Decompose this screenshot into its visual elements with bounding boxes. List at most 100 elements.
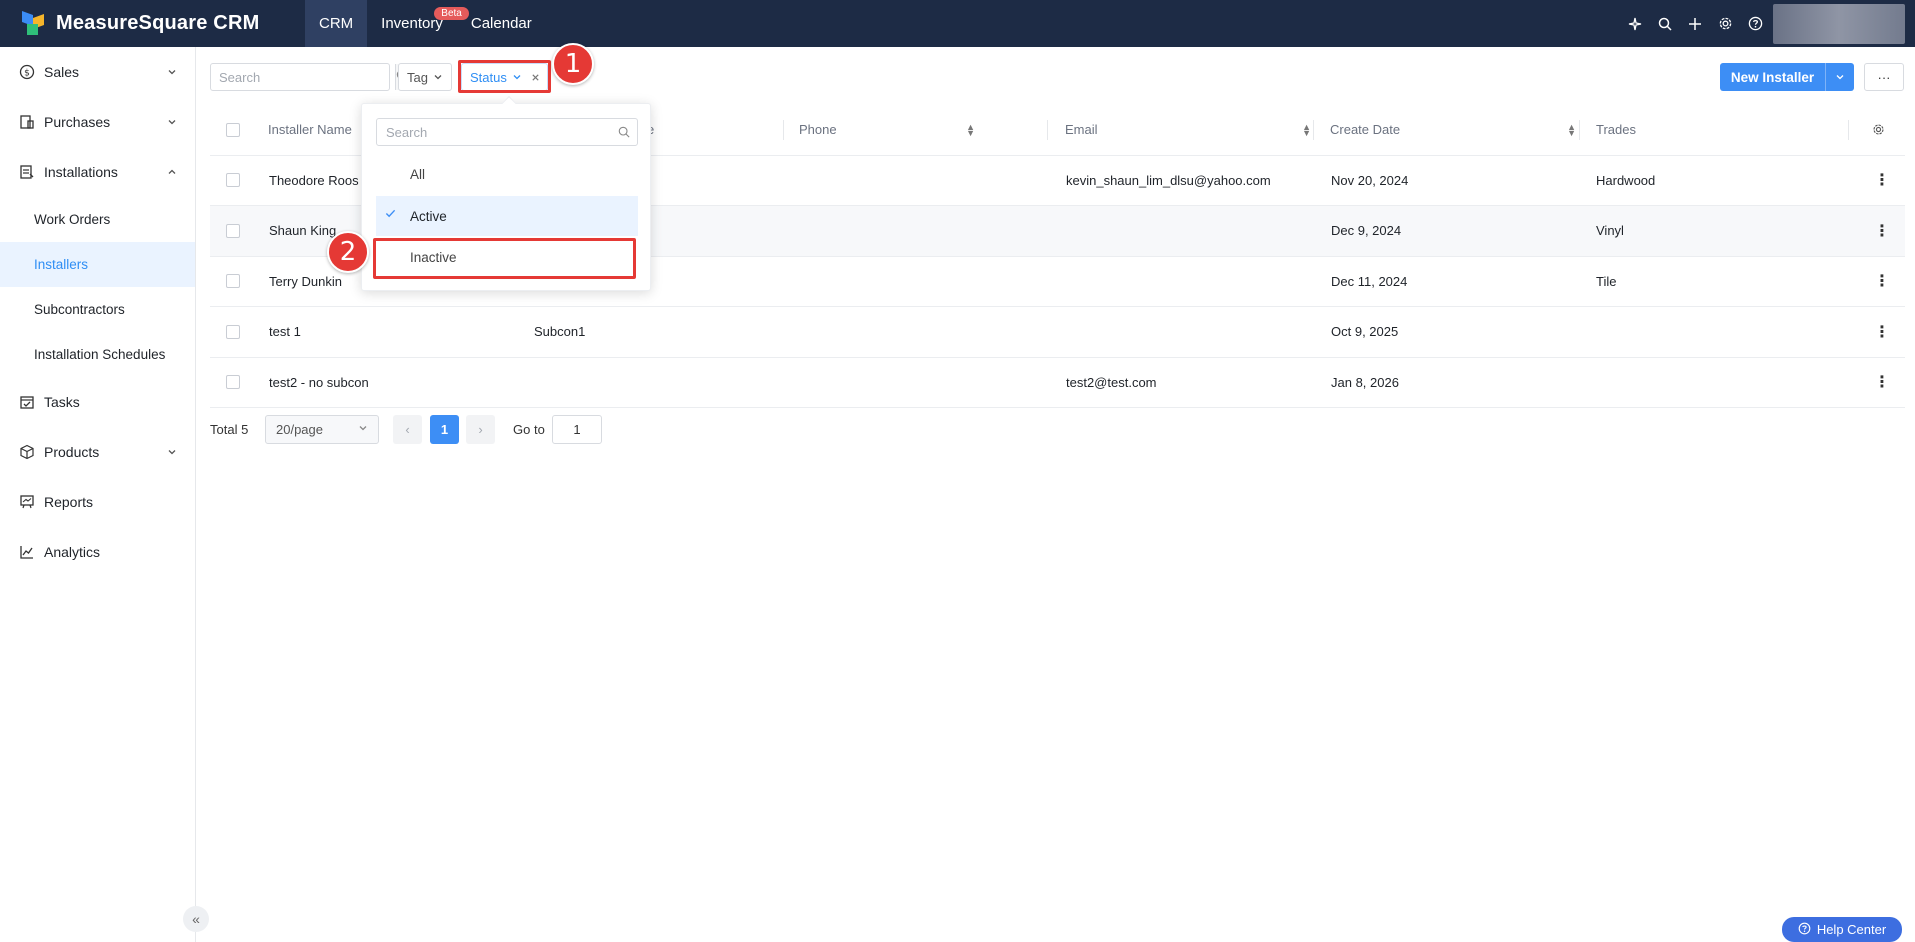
more-actions-button[interactable]: ··· (1864, 63, 1904, 91)
table-row[interactable]: test 1 Subcon1 Oct 9, 2025 ⋮ (210, 307, 1905, 358)
chevron-down-icon (433, 70, 443, 85)
topnav-crm[interactable]: CRM (305, 0, 368, 47)
installations-icon (18, 163, 36, 181)
purchases-icon (18, 113, 36, 131)
sort-icon: ▲ ▼ (1302, 121, 1311, 138)
row-checkbox[interactable] (226, 358, 240, 408)
column-installer-name[interactable]: Installer Name (268, 105, 352, 155)
table-row[interactable]: test2 - no subcon test2@test.com Jan 8, … (210, 358, 1905, 408)
row-actions-icon[interactable]: ⋮ (1874, 307, 1890, 357)
sort-icon: ▲ ▼ (966, 121, 975, 138)
column-settings-icon[interactable] (1872, 105, 1885, 155)
app-logo[interactable]: MeasureSquare CRM (0, 10, 305, 35)
row-checkbox[interactable] (226, 206, 240, 256)
user-account-avatar[interactable] (1773, 4, 1905, 44)
sparkle-icon[interactable] (1627, 16, 1643, 32)
sidebar-item-purchases[interactable]: Purchases (0, 97, 195, 147)
search-icon[interactable] (1657, 16, 1673, 32)
row-checkbox[interactable] (226, 257, 240, 307)
chevron-down-icon (167, 114, 177, 130)
next-page-button[interactable]: › (466, 415, 495, 444)
help-center-button[interactable]: Help Center (1782, 917, 1902, 942)
sidebar-item-label: Sales (44, 64, 80, 80)
sidebar-item-installers[interactable]: Installers (0, 242, 195, 287)
prev-page-button[interactable]: ‹ (393, 415, 422, 444)
sidebar-item-subcontractors[interactable]: Subcontractors (0, 287, 195, 332)
status-search-input[interactable] (377, 124, 611, 140)
app-title: MeasureSquare CRM (56, 12, 260, 34)
pagination-total: Total 5 (210, 422, 249, 437)
sidebar-item-label: Analytics (44, 544, 101, 560)
page-button-current[interactable]: 1 (430, 415, 459, 444)
top-nav: CRM Inventory Beta Calendar (305, 0, 546, 47)
status-option-all[interactable]: All (376, 154, 638, 194)
gear-icon[interactable] (1717, 16, 1733, 32)
topnav-inventory-label: Inventory (381, 15, 443, 32)
sidebar-item-label: Products (44, 444, 100, 460)
sidebar-item-label: Installations (44, 164, 118, 180)
goto-page-input[interactable]: 1 (552, 415, 602, 444)
sidebar-item-products[interactable]: Products (0, 427, 195, 477)
sidebar-item-analytics[interactable]: Analytics (0, 527, 195, 577)
collapse-sidebar-button[interactable]: « (183, 906, 209, 932)
plus-icon[interactable] (1687, 16, 1703, 32)
new-installer-dropdown[interactable] (1826, 63, 1854, 91)
column-trades[interactable]: Trades (1596, 105, 1636, 155)
installer-name[interactable]: test2 - no subcon (269, 358, 369, 408)
tag-filter-button[interactable]: Tag (398, 63, 452, 91)
help-icon[interactable] (1747, 16, 1763, 32)
email: test2@test.com (1066, 374, 1157, 390)
trades: Vinyl (1596, 223, 1624, 239)
create-date: Dec 9, 2024 (1331, 223, 1402, 239)
goto-label: Go to (513, 422, 545, 437)
calendar-check-icon (18, 393, 36, 411)
subcontractor: Subcon1 (534, 324, 586, 340)
status-option-label: Active (410, 208, 447, 224)
column-separator (783, 120, 784, 140)
sidebar: $ Sales Purchases Installations Work Ord… (0, 47, 196, 942)
help-center-label: Help Center (1816, 922, 1887, 937)
chevron-left-icon: ‹ (405, 422, 410, 437)
installer-name[interactable]: Shaun King (269, 206, 336, 256)
sidebar-item-tasks[interactable]: Tasks (0, 377, 195, 427)
sidebar-item-sales[interactable]: $ Sales (0, 47, 195, 97)
row-actions-icon[interactable]: ⋮ (1874, 257, 1890, 307)
search-icon (611, 126, 637, 138)
topnav-inventory[interactable]: Inventory Beta (367, 0, 469, 47)
column-separator (1848, 120, 1849, 140)
new-installer-button[interactable]: New Installer (1720, 63, 1854, 91)
annotation-badge-2: 2 (327, 231, 369, 273)
installer-name[interactable]: Theodore Roos (269, 156, 359, 206)
search-input[interactable] (211, 64, 395, 90)
row-actions-icon[interactable]: ⋮ (1874, 206, 1890, 256)
chevron-down-icon (167, 64, 177, 80)
select-all-checkbox[interactable] (226, 105, 240, 155)
svg-text:$: $ (24, 69, 30, 79)
box-icon (18, 443, 36, 461)
row-actions-icon[interactable]: ⋮ (1874, 358, 1890, 408)
dollar-icon: $ (18, 63, 36, 81)
installer-name[interactable]: test 1 (269, 307, 301, 357)
reports-icon (18, 493, 36, 511)
sidebar-item-installations[interactable]: Installations (0, 147, 195, 197)
sidebar-item-label: Tasks (44, 394, 80, 410)
column-email-label: Email (1065, 122, 1098, 138)
sidebar-item-work-orders[interactable]: Work Orders (0, 197, 195, 242)
chevron-down-icon (358, 423, 368, 436)
column-email[interactable]: Email ▲ ▼ (1065, 105, 1319, 155)
row-checkbox[interactable] (226, 307, 240, 357)
create-date: Oct 9, 2025 (1331, 324, 1399, 340)
sidebar-item-reports[interactable]: Reports (0, 477, 195, 527)
dropdown-caret (501, 95, 517, 111)
column-create-date[interactable]: Create Date ▲ ▼ (1330, 105, 1584, 155)
page-size-select[interactable]: 20/page (265, 415, 379, 444)
top-bar: MeasureSquare CRM CRM Inventory Beta Cal… (0, 0, 1915, 47)
row-actions-icon[interactable]: ⋮ (1874, 156, 1890, 206)
topnav-calendar[interactable]: Calendar (457, 0, 546, 47)
status-option-active[interactable]: Active (376, 196, 638, 236)
column-phone[interactable]: Phone (799, 105, 837, 155)
new-installer-label: New Installer (1720, 63, 1826, 91)
annotation-badge-1: 1 (552, 43, 594, 85)
sidebar-item-installation-schedules[interactable]: Installation Schedules (0, 332, 195, 377)
row-checkbox[interactable] (226, 156, 240, 206)
